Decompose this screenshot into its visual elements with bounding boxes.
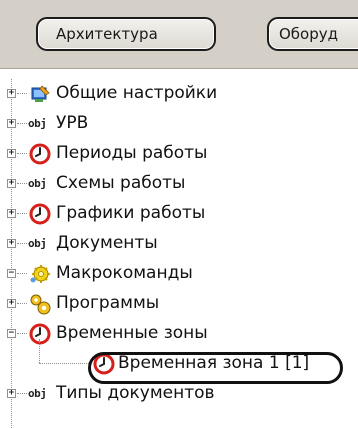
obj-icon: obj xyxy=(28,237,47,250)
tree-item-time-zones[interactable]: − Временные зоны xyxy=(0,319,358,349)
tree-item-time-zone-1[interactable]: Временная зона 1 [1] xyxy=(0,339,358,384)
tree-item-label: УРВ xyxy=(56,113,89,133)
expand-toggle[interactable]: + xyxy=(7,239,16,248)
tree-item-work-schemes[interactable]: + obj Схемы работы xyxy=(0,169,358,199)
tree-item-label: Графики работы xyxy=(56,203,206,223)
equipment-tab-button[interactable]: Оборуд xyxy=(267,17,358,51)
expand-toggle[interactable]: + xyxy=(7,209,16,218)
architecture-tab-button[interactable]: Архитектура xyxy=(36,17,216,51)
tree-item-macros[interactable]: − Макрокоманды xyxy=(0,259,358,289)
tree-item-label: Периоды работы xyxy=(56,143,208,163)
settings-icon xyxy=(31,85,50,102)
obj-icon: obj xyxy=(28,177,47,190)
expand-toggle[interactable]: + xyxy=(7,149,16,158)
tree-item-urv[interactable]: + obj УРВ xyxy=(0,109,358,139)
object-tree: + Общие настройки + obj УРВ + Периоды ра… xyxy=(0,79,358,428)
tree-item-general-settings[interactable]: + Общие настройки xyxy=(0,79,358,109)
programs-icon xyxy=(30,294,51,315)
tree-item-documents[interactable]: + obj Документы xyxy=(0,229,358,259)
tree-item-label: Документы xyxy=(56,233,158,253)
tree-item-label: Программы xyxy=(56,293,160,313)
obj-icon: obj xyxy=(28,387,47,400)
tree-item-document-types[interactable]: + obj Типы документов xyxy=(0,379,358,409)
collapse-toggle[interactable]: − xyxy=(7,269,16,278)
toolbar: Архитектура Оборуд xyxy=(0,0,358,69)
clock-icon xyxy=(29,323,51,345)
clock-icon xyxy=(29,143,51,165)
clock-icon xyxy=(29,203,51,225)
tree-item-label: Общие настройки xyxy=(56,83,218,103)
tree-item-work-schedules[interactable]: + Графики работы xyxy=(0,199,358,229)
macro-gear-icon xyxy=(30,265,50,283)
tree-item-label: Временные зоны xyxy=(56,323,208,343)
expand-toggle[interactable]: + xyxy=(7,299,16,308)
expand-toggle[interactable]: + xyxy=(7,89,16,98)
expand-toggle[interactable]: + xyxy=(7,119,16,128)
tree-item-work-periods[interactable]: + Периоды работы xyxy=(0,139,358,169)
tree-item-label: Макрокоманды xyxy=(56,263,193,283)
collapse-toggle[interactable]: − xyxy=(7,329,16,338)
obj-icon: obj xyxy=(28,117,47,130)
expand-toggle[interactable]: + xyxy=(7,179,16,188)
expand-toggle[interactable]: + xyxy=(7,389,16,398)
tree-item-label: Схемы работы xyxy=(56,173,186,193)
tree-item-label: Типы документов xyxy=(56,383,215,403)
tree-item-programs[interactable]: + Программы xyxy=(0,289,358,319)
